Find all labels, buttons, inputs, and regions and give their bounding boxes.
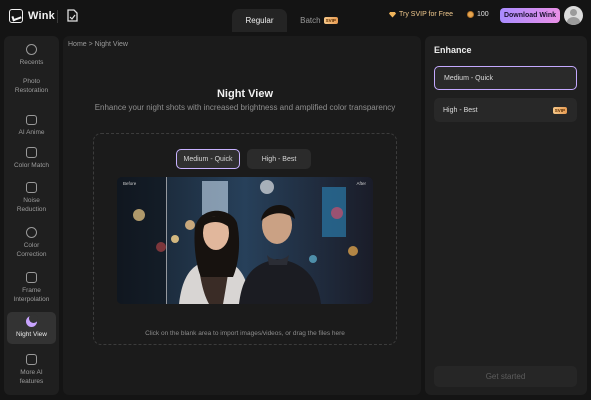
coin-icon: [467, 11, 474, 18]
quality-medium-quick-button[interactable]: Medium - Quick: [176, 149, 240, 169]
sidebar-item-label: Frame Interpolation: [13, 287, 50, 303]
page-subtitle: Enhance your night shots with increased …: [94, 103, 396, 112]
sidebar-item-label: Noise Reduction: [16, 197, 47, 213]
svip-badge: SVIP: [552, 107, 567, 114]
divider: [57, 10, 58, 23]
credits-counter[interactable]: 100: [467, 11, 489, 18]
download-wink-button[interactable]: Download Wink: [500, 8, 560, 23]
try-svip-label: Try SVIP for Free: [399, 11, 454, 18]
sidebar: Recents Photo Restoration AI Anime Color…: [4, 36, 59, 395]
tab-batch[interactable]: Batch SVIP: [287, 9, 351, 32]
credits-value: 100: [477, 11, 489, 18]
sidebar-item-label: Color Match: [13, 162, 50, 169]
sidebar-item-label: Night View: [16, 331, 47, 338]
before-label: Before: [123, 181, 137, 186]
main-panel: Home > Night View Night View Enhance you…: [63, 36, 421, 395]
app-name: Wink: [28, 10, 55, 22]
wink-logo-icon: [9, 9, 23, 23]
top-bar: Wink Regular Batch SVIP Try SVIP for Fre…: [0, 0, 591, 32]
tab-regular[interactable]: Regular: [232, 9, 287, 32]
diamond-icon: [389, 11, 396, 18]
more-icon: [26, 354, 37, 365]
try-svip-link[interactable]: Try SVIP for Free: [389, 11, 453, 18]
clock-icon: [26, 44, 37, 55]
anime-icon: [26, 115, 37, 125]
sidebar-item-noise-reduction[interactable]: Noise Reduction: [7, 182, 56, 215]
tab-batch-label: Batch: [300, 16, 321, 25]
color-correction-icon: [26, 227, 37, 238]
sidebar-item-ai-anime[interactable]: AI Anime: [7, 115, 56, 137]
get-started-button[interactable]: Get started: [434, 366, 577, 387]
before-after-preview: Before After: [117, 177, 373, 304]
svip-badge: SVIP: [323, 17, 338, 24]
mode-tabs: Regular Batch SVIP: [232, 9, 351, 32]
sidebar-item-recents[interactable]: Recents: [7, 44, 56, 72]
moon-icon: [26, 314, 38, 327]
tab-regular-label: Regular: [245, 16, 274, 25]
color-match-icon: [26, 147, 37, 158]
import-hint: Click on the blank area to import images…: [145, 330, 345, 337]
sidebar-item-color-correction[interactable]: Color Correction: [7, 227, 56, 261]
enhance-option-label: Medium - Quick: [444, 74, 494, 82]
after-label: After: [356, 181, 366, 186]
user-avatar[interactable]: [564, 6, 583, 25]
breadcrumb[interactable]: Home > Night View: [68, 41, 128, 48]
enhance-option-medium-quick[interactable]: Medium - Quick: [434, 66, 577, 90]
enhance-option-high-best[interactable]: High - Best SVIP: [434, 98, 577, 122]
page-title: Night View: [216, 88, 274, 100]
sidebar-item-label: More AI features: [19, 369, 44, 385]
night-photo-image: [117, 177, 373, 304]
quality-high-best-button[interactable]: High - Best: [247, 149, 311, 169]
sidebar-item-label: Photo Restoration: [14, 78, 49, 94]
noise-icon: [26, 182, 37, 193]
enhance-panel: Enhance Medium - Quick High - Best SVIP …: [425, 36, 587, 395]
compare-slider-handle[interactable]: [166, 177, 167, 304]
document-icon[interactable]: [67, 9, 78, 22]
frame-icon: [26, 272, 37, 283]
sidebar-item-color-match[interactable]: Color Match: [7, 147, 56, 171]
sidebar-item-night-view[interactable]: Night View: [7, 312, 56, 344]
enhance-title: Enhance: [434, 45, 472, 55]
quality-tabs: Medium - Quick High - Best: [176, 149, 311, 169]
sidebar-item-frame-interpolation[interactable]: Frame Interpolation: [7, 272, 56, 306]
sidebar-item-label: Color Correction: [16, 242, 47, 258]
sidebar-item-label: Recents: [19, 59, 44, 66]
enhance-option-label: High - Best: [443, 106, 478, 114]
sidebar-item-more-ai-features[interactable]: More AI features: [7, 354, 56, 388]
sidebar-item-label: AI Anime: [18, 129, 45, 136]
sidebar-item-photo-restoration[interactable]: Photo Restoration: [7, 77, 56, 101]
app-logo[interactable]: Wink: [9, 9, 55, 23]
